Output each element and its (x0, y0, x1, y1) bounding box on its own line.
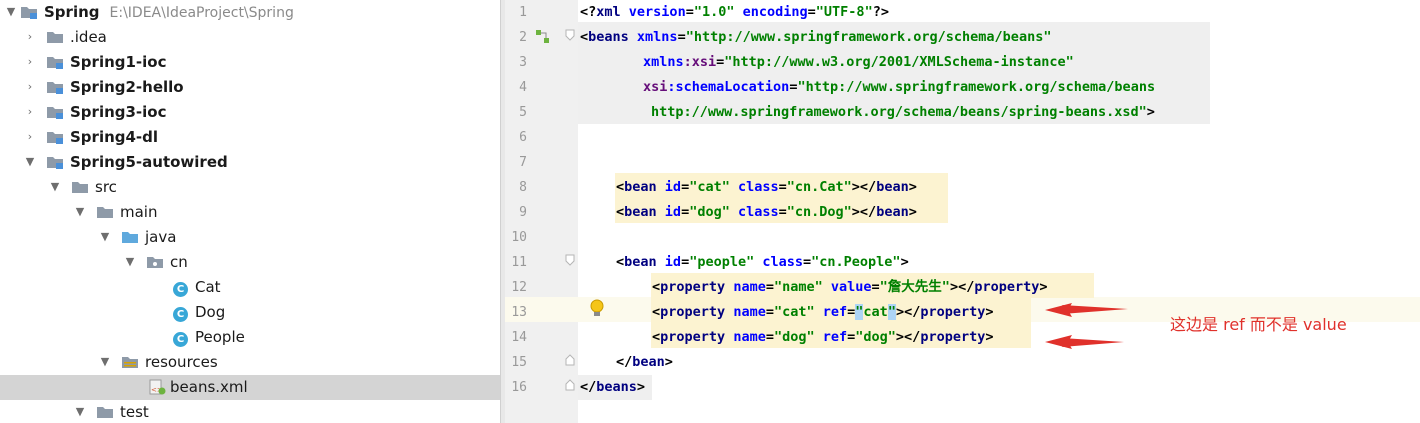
red-arrow-icon (1045, 335, 1072, 349)
annotation-text: 这边是 ref 而不是 value (1170, 315, 1347, 334)
red-arrow-icon (1045, 303, 1072, 317)
red-arrow-icon (1062, 338, 1124, 347)
annotation-arrows (1045, 303, 1128, 349)
red-arrow-icon (1062, 305, 1128, 314)
